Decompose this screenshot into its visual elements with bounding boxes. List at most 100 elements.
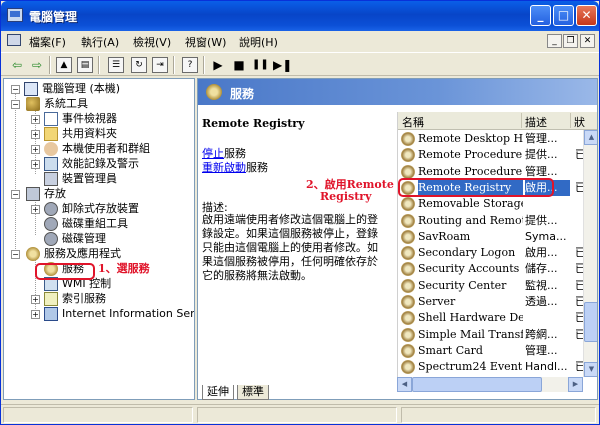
toolbar-separator	[173, 56, 175, 74]
collapse-icon[interactable]: −	[11, 100, 20, 109]
annotation-line: Registry	[320, 190, 372, 203]
tree-label: 電腦管理 (本機)	[42, 82, 121, 95]
column-divider[interactable]	[570, 113, 571, 128]
column-description[interactable]: 描述	[525, 114, 547, 130]
table-row[interactable]: Spectrum24 Event M...Handl...已	[398, 359, 597, 375]
refresh-icon[interactable]: ↻	[131, 57, 147, 73]
table-row[interactable]: Routing and Remote...提供...	[398, 213, 597, 229]
expand-icon[interactable]: +	[31, 310, 40, 319]
service-name: Routing and Remote...	[418, 213, 523, 227]
restart-service-row: 重新啟動服務	[202, 159, 268, 175]
table-row[interactable]: Smart Card 管理...	[398, 343, 597, 359]
stop-service-icon[interactable]: ■	[231, 57, 247, 73]
service-name: Simple Mail Transfer...	[418, 327, 523, 341]
start-service-icon[interactable]: ▶	[210, 57, 226, 73]
export-list-icon[interactable]: ⇥	[152, 57, 168, 73]
service-gear-icon	[401, 295, 415, 309]
table-row[interactable]: Security Center 監視... 已	[398, 278, 597, 294]
table-row[interactable]: Simple Mail Transfer...跨網...已	[398, 327, 597, 343]
event-viewer-icon	[44, 112, 58, 126]
child-close-button[interactable]: ✕	[580, 34, 595, 48]
expand-icon[interactable]: +	[31, 295, 40, 304]
service-description: 提供...	[525, 213, 558, 227]
service-gear-icon	[401, 164, 415, 179]
menu-action[interactable]: 執行(A)	[81, 34, 119, 50]
tab-standard[interactable]: 標準	[237, 385, 269, 400]
scroll-up-icon[interactable]: ▲	[584, 130, 597, 145]
expand-icon[interactable]: +	[31, 115, 40, 124]
close-button[interactable]: ✕	[576, 5, 597, 26]
services-list: 名稱 描述 狀 Remote Desktop Hel...管理...Remote…	[397, 112, 597, 377]
indexing-icon	[44, 292, 58, 306]
service-name: Server	[418, 295, 456, 308]
child-restore-button[interactable]: ❐	[563, 34, 578, 48]
service-gear-icon	[401, 148, 415, 163]
table-row[interactable]: Removable Storage	[398, 196, 597, 212]
service-description: Syma...	[525, 229, 567, 243]
tab-extended[interactable]: 延伸	[202, 385, 234, 400]
performance-icon	[44, 157, 58, 171]
iis-icon	[44, 307, 58, 321]
child-minimize-button[interactable]: _	[547, 34, 562, 48]
scroll-thumb[interactable]	[584, 302, 597, 342]
vertical-scrollbar[interactable]: ▲ ▼	[583, 130, 597, 377]
menu-view[interactable]: 檢視(V)	[133, 34, 171, 50]
column-name[interactable]: 名稱	[402, 114, 424, 130]
table-row[interactable]: Secondary Logon 啟用... 已	[398, 245, 597, 261]
up-folder-icon[interactable]: ▲	[56, 57, 72, 73]
menu-help[interactable]: 說明(H)	[239, 34, 278, 50]
properties-icon[interactable]: ☰	[108, 57, 124, 73]
collapse-icon[interactable]: −	[11, 250, 20, 259]
collapse-icon[interactable]: −	[11, 190, 20, 199]
maximize-button[interactable]: □	[553, 5, 574, 26]
show-tree-icon[interactable]: ▤	[77, 57, 93, 73]
expand-icon[interactable]: +	[31, 205, 40, 214]
table-row[interactable]: Server 透過... 已	[398, 294, 597, 310]
scroll-down-icon[interactable]: ▼	[584, 362, 597, 377]
details-title: 服務	[230, 87, 255, 101]
status-cell	[401, 407, 596, 423]
minimize-button[interactable]: _	[530, 5, 551, 26]
service-description: 提供...	[525, 148, 558, 162]
service-gear-icon	[401, 360, 415, 375]
service-name: Shell Hardware Dete...	[418, 311, 523, 325]
restart-service-link[interactable]: 重新啟動	[202, 161, 246, 174]
expand-icon[interactable]: +	[31, 160, 40, 169]
shared-folder-icon	[44, 127, 58, 141]
service-name: Secondary Logon	[418, 246, 516, 260]
table-row[interactable]: Remote Desktop Hel...管理...	[398, 131, 597, 147]
window-title: 電腦管理	[29, 10, 78, 24]
service-name: Remote Procedure C...	[418, 148, 523, 162]
service-gear-icon	[401, 132, 415, 146]
expand-icon[interactable]: +	[31, 145, 40, 154]
service-gear-icon	[401, 213, 415, 228]
expand-icon[interactable]: +	[31, 130, 40, 139]
service-name: Smart Card	[418, 343, 483, 357]
annotation-select-services: 1、選服務	[98, 262, 150, 275]
service-description: Handl...	[525, 360, 568, 374]
menu-file[interactable]: 檔案(F)	[29, 34, 66, 50]
help-icon[interactable]: ?	[182, 57, 198, 73]
tree-label: 裝置管理員	[62, 172, 117, 185]
column-status[interactable]: 狀	[574, 114, 585, 130]
disk-management-icon	[44, 232, 58, 246]
back-arrow-icon[interactable]: ⇦	[9, 57, 25, 73]
table-row[interactable]: SavRoam Syma...	[398, 229, 597, 245]
title-bar[interactable]: 電腦管理 _ □ ✕	[1, 1, 599, 31]
device-manager-icon	[44, 172, 58, 186]
collapse-icon[interactable]: −	[11, 85, 20, 94]
tree-label: 效能記錄及警示	[62, 157, 139, 170]
forward-arrow-icon[interactable]: ⇨	[29, 57, 45, 73]
column-divider[interactable]	[521, 113, 522, 128]
console-icon[interactable]	[7, 34, 21, 46]
pause-service-icon[interactable]: ❚❚	[252, 57, 269, 73]
console-tree: − 電腦管理 (本機) − 系統工具 + 事件檢視器 + 共用資料夾 + 本機使…	[3, 78, 195, 400]
service-gear-icon	[401, 229, 415, 244]
tree-label: 事件檢視器	[62, 112, 117, 125]
service-gear-icon	[401, 343, 415, 358]
table-row[interactable]: Shell Hardware Dete...已	[398, 310, 597, 326]
menu-window[interactable]: 視窗(W)	[185, 34, 226, 50]
table-row[interactable]: Security Accounts M...儲存...已	[398, 261, 597, 277]
table-row[interactable]: Remote Procedure C...提供...已	[398, 147, 597, 163]
restart-service-icon[interactable]: ▶❚	[273, 57, 292, 73]
